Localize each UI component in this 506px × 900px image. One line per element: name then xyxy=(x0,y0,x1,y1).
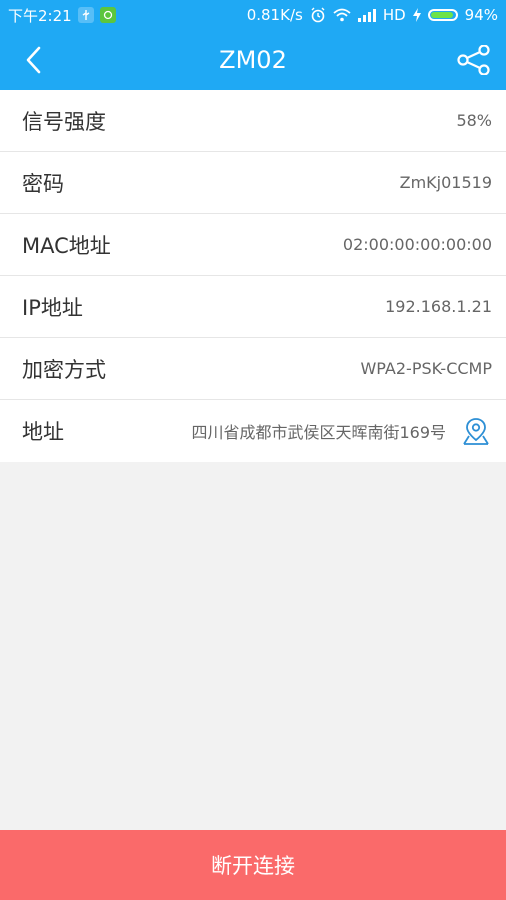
charging-icon xyxy=(412,8,421,22)
network-speed: 0.81K/s xyxy=(246,6,303,24)
chevron-left-icon xyxy=(26,46,41,74)
row-label: 地址 xyxy=(22,420,64,444)
row-value: ZmKj01519 xyxy=(399,173,492,192)
share-button[interactable] xyxy=(456,42,492,78)
row-value: 四川省成都市武侯区天晖南街169号 xyxy=(191,423,446,442)
wifi-info-list: 信号强度 58% 密码 ZmKj01519 MAC地址 02:00:00:00:… xyxy=(0,90,506,462)
signal-icon xyxy=(357,8,376,22)
row-ip-address: IP地址 192.168.1.21 xyxy=(0,276,506,338)
location-pin-icon xyxy=(463,418,489,445)
battery-icon xyxy=(427,9,458,21)
row-label: MAC地址 xyxy=(22,233,111,258)
row-value: 02:00:00:00:00:00 xyxy=(342,235,492,254)
page-title: ZM02 xyxy=(219,46,287,74)
row-label: 信号强度 xyxy=(22,109,106,134)
status-bar: 下午2:21 0.81K/s HD 94% xyxy=(0,0,506,30)
row-password: 密码 ZmKj01519 xyxy=(0,152,506,214)
row-address[interactable]: 地址 四川省成都市武侯区天晖南街169号 xyxy=(0,400,506,462)
status-time: 下午2:21 xyxy=(8,6,72,25)
row-signal-strength: 信号强度 58% xyxy=(0,90,506,152)
disconnect-button[interactable]: 断开连接 xyxy=(0,830,506,900)
usb-icon xyxy=(77,7,94,23)
row-label: 密码 xyxy=(22,171,64,196)
battery-level xyxy=(430,12,454,18)
row-value: WPA2-PSK-CCMP xyxy=(360,359,492,378)
location-button[interactable] xyxy=(460,415,492,447)
top-nav-bar: ZM02 xyxy=(0,30,506,90)
row-mac-address: MAC地址 02:00:00:00:00:00 xyxy=(0,214,506,276)
app-notification-icon xyxy=(99,7,116,23)
row-value: 192.168.1.21 xyxy=(385,297,492,316)
row-label: 加密方式 xyxy=(22,357,106,382)
back-button[interactable] xyxy=(18,44,48,76)
alarm-icon xyxy=(310,7,326,23)
row-encryption: 加密方式 WPA2-PSK-CCMP xyxy=(0,338,506,400)
share-icon xyxy=(457,45,490,75)
battery-percent: 94% xyxy=(464,6,498,24)
network-type: HD xyxy=(382,6,406,24)
wifi-icon xyxy=(333,8,351,22)
row-label: IP地址 xyxy=(22,295,83,320)
row-value: 58% xyxy=(456,111,492,130)
